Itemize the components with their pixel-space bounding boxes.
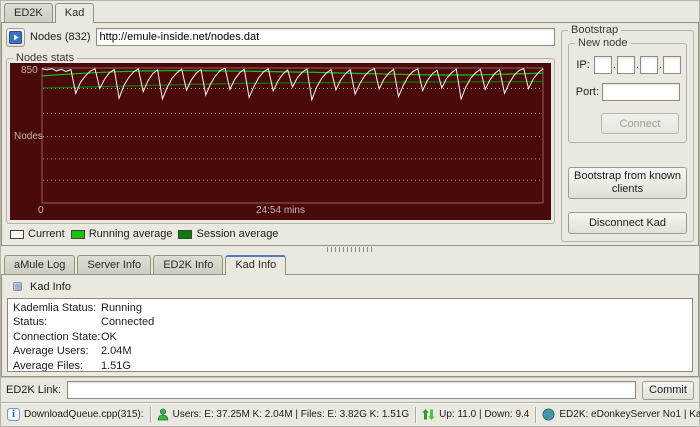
kad-info-header-label: Kad Info [30,280,71,293]
info-key: Status: [13,316,48,329]
port-input[interactable] [602,83,680,101]
tab-ed2k-info[interactable]: ED2K Info [153,255,224,274]
nodes-stats-chart: 850 Nodes 0 24:54 mins [10,63,551,220]
info-value: Connected [101,316,155,329]
top-tab-bar: ED2K Kad [1,1,699,23]
tab-ed2k[interactable]: ED2K [4,3,53,22]
info-bullet-icon [13,282,22,291]
horizontal-splitter[interactable] [1,246,699,253]
bootstrap-frame: Bootstrap New node IP: ... Port: Connect… [561,24,694,242]
info-key: Connection State: [13,330,101,343]
ed2k-link-row: ED2K Link: Commit [1,377,699,402]
status-log-section: i DownloadQueue.cpp(315): [1,407,150,423]
y-axis-max-label: 850 [21,65,38,76]
legend-swatch-current [10,229,24,239]
chart-legend: Current Running average Session average [6,226,555,242]
ed2k-link-label: ED2K Link: [6,384,62,396]
info-value: 2.04M [101,345,132,358]
ip-octet-4[interactable] [663,56,681,74]
legend-swatch-running-average [70,229,85,239]
info-key: Kademlia Status: [13,302,97,314]
bottom-tab-bar: aMule Log Server Info ED2K Info Kad Info [1,253,699,275]
legend-label-current: Current [28,228,65,240]
ip-label: IP: [576,59,590,71]
ip-dot: . [612,59,616,71]
users-icon [157,408,169,421]
status-bar: i DownloadQueue.cpp(315): Users: E: 37.2… [1,402,700,426]
nodes-row: Nodes (832) [6,27,555,47]
info-value: Running [101,302,142,314]
list-item[interactable]: Connection State: OK [8,330,692,344]
download-nodes-icon [9,30,22,44]
legend-label-running-average: Running average [88,228,173,240]
nodes-url-input[interactable] [95,28,555,46]
legend-item-session-average: Session average [178,228,278,240]
legend-label-session-average: Session average [196,228,279,240]
port-label: Port: [575,86,599,98]
info-value: OK [101,330,117,343]
list-item[interactable]: Average Users: 2.04M [8,344,692,358]
connect-button[interactable]: Connect [601,113,679,134]
ip-row: IP: ... [574,56,681,74]
disconnect-kad-button[interactable]: Disconnect Kad [568,212,687,234]
kad-info-header: Kad Info [7,279,693,294]
x-axis-range-label: 24:54 mins [256,205,305,216]
amule-window: ED2K Kad Nodes (832) Nodes stats 850 Nod… [0,0,700,427]
status-updown-text: Up: 11.0 | Down: 9.4 [439,409,530,420]
nodes-stats-frame: Nodes stats 850 Nodes 0 24:54 mins [6,52,555,224]
commit-button[interactable]: Commit [642,380,694,400]
ip-dot: . [635,59,639,71]
kad-info-page: Kad Info Kademlia Status: Running Status… [1,274,699,377]
ed2k-link-input[interactable] [67,381,636,399]
bootstrap-column: Bootstrap New node IP: ... Port: Connect… [561,24,694,242]
nodes-count-label: Nodes (832) [30,31,91,43]
new-node-frame: New node IP: ... Port: Connect [568,37,687,143]
status-updown-section: Up: 11.0 | Down: 9.4 [415,406,535,423]
status-users-files-text: Users: E: 37.25M K: 2.04M | Files: E: 3.… [172,409,410,420]
globe-icon [542,408,555,421]
bootstrap-known-clients-button[interactable]: Bootstrap from known clients [568,167,687,199]
status-network-section: ED2K: eDonkeyServer No1 | Kad: Connected [535,406,700,423]
bootstrap-title: Bootstrap [568,24,622,36]
ip-octet-3[interactable] [639,56,658,74]
tab-kad-info[interactable]: Kad Info [225,255,287,275]
status-users-files-section: Users: E: 37.25M K: 2.04M | Files: E: 3.… [149,406,416,423]
legend-item-current: Current [10,228,65,240]
ip-dot: . [658,59,662,71]
kad-page: Nodes (832) Nodes stats 850 Nodes 0 24:5… [1,22,699,246]
info-key: Average Files: [13,359,84,372]
tab-kad[interactable]: Kad [54,3,95,23]
status-log-text: DownloadQueue.cpp(315): [24,409,144,420]
tab-server-info[interactable]: Server Info [77,255,152,274]
kad-info-list: Kademlia Status: Running Status: Connect… [7,298,693,372]
list-item[interactable]: Status: Connected [8,315,692,329]
port-row: Port: [574,83,681,101]
reload-nodes-button[interactable] [6,27,25,47]
info-key: Average Users: [13,345,89,358]
ip-octet-2[interactable] [616,56,635,74]
up-down-arrows-icon [422,408,435,421]
legend-item-running-average: Running average [70,228,173,240]
info-value: 1.51G [101,359,131,372]
new-node-title: New node [575,37,631,49]
ip-octet-1[interactable] [593,56,612,74]
status-network-text: ED2K: eDonkeyServer No1 | Kad: Connected [559,409,700,420]
legend-swatch-session-average [178,229,193,239]
chart-canvas [41,67,544,204]
splitter-grip-icon[interactable] [327,247,373,252]
list-item[interactable]: Kademlia Status: Running [8,301,692,315]
log-info-icon: i [7,408,20,421]
kad-left-column: Nodes (832) Nodes stats 850 Nodes 0 24:5… [6,27,555,242]
y-axis-title: Nodes [14,131,43,143]
list-item[interactable]: Average Files: 1.51G [8,359,692,372]
tab-amule-log[interactable]: aMule Log [4,255,76,274]
